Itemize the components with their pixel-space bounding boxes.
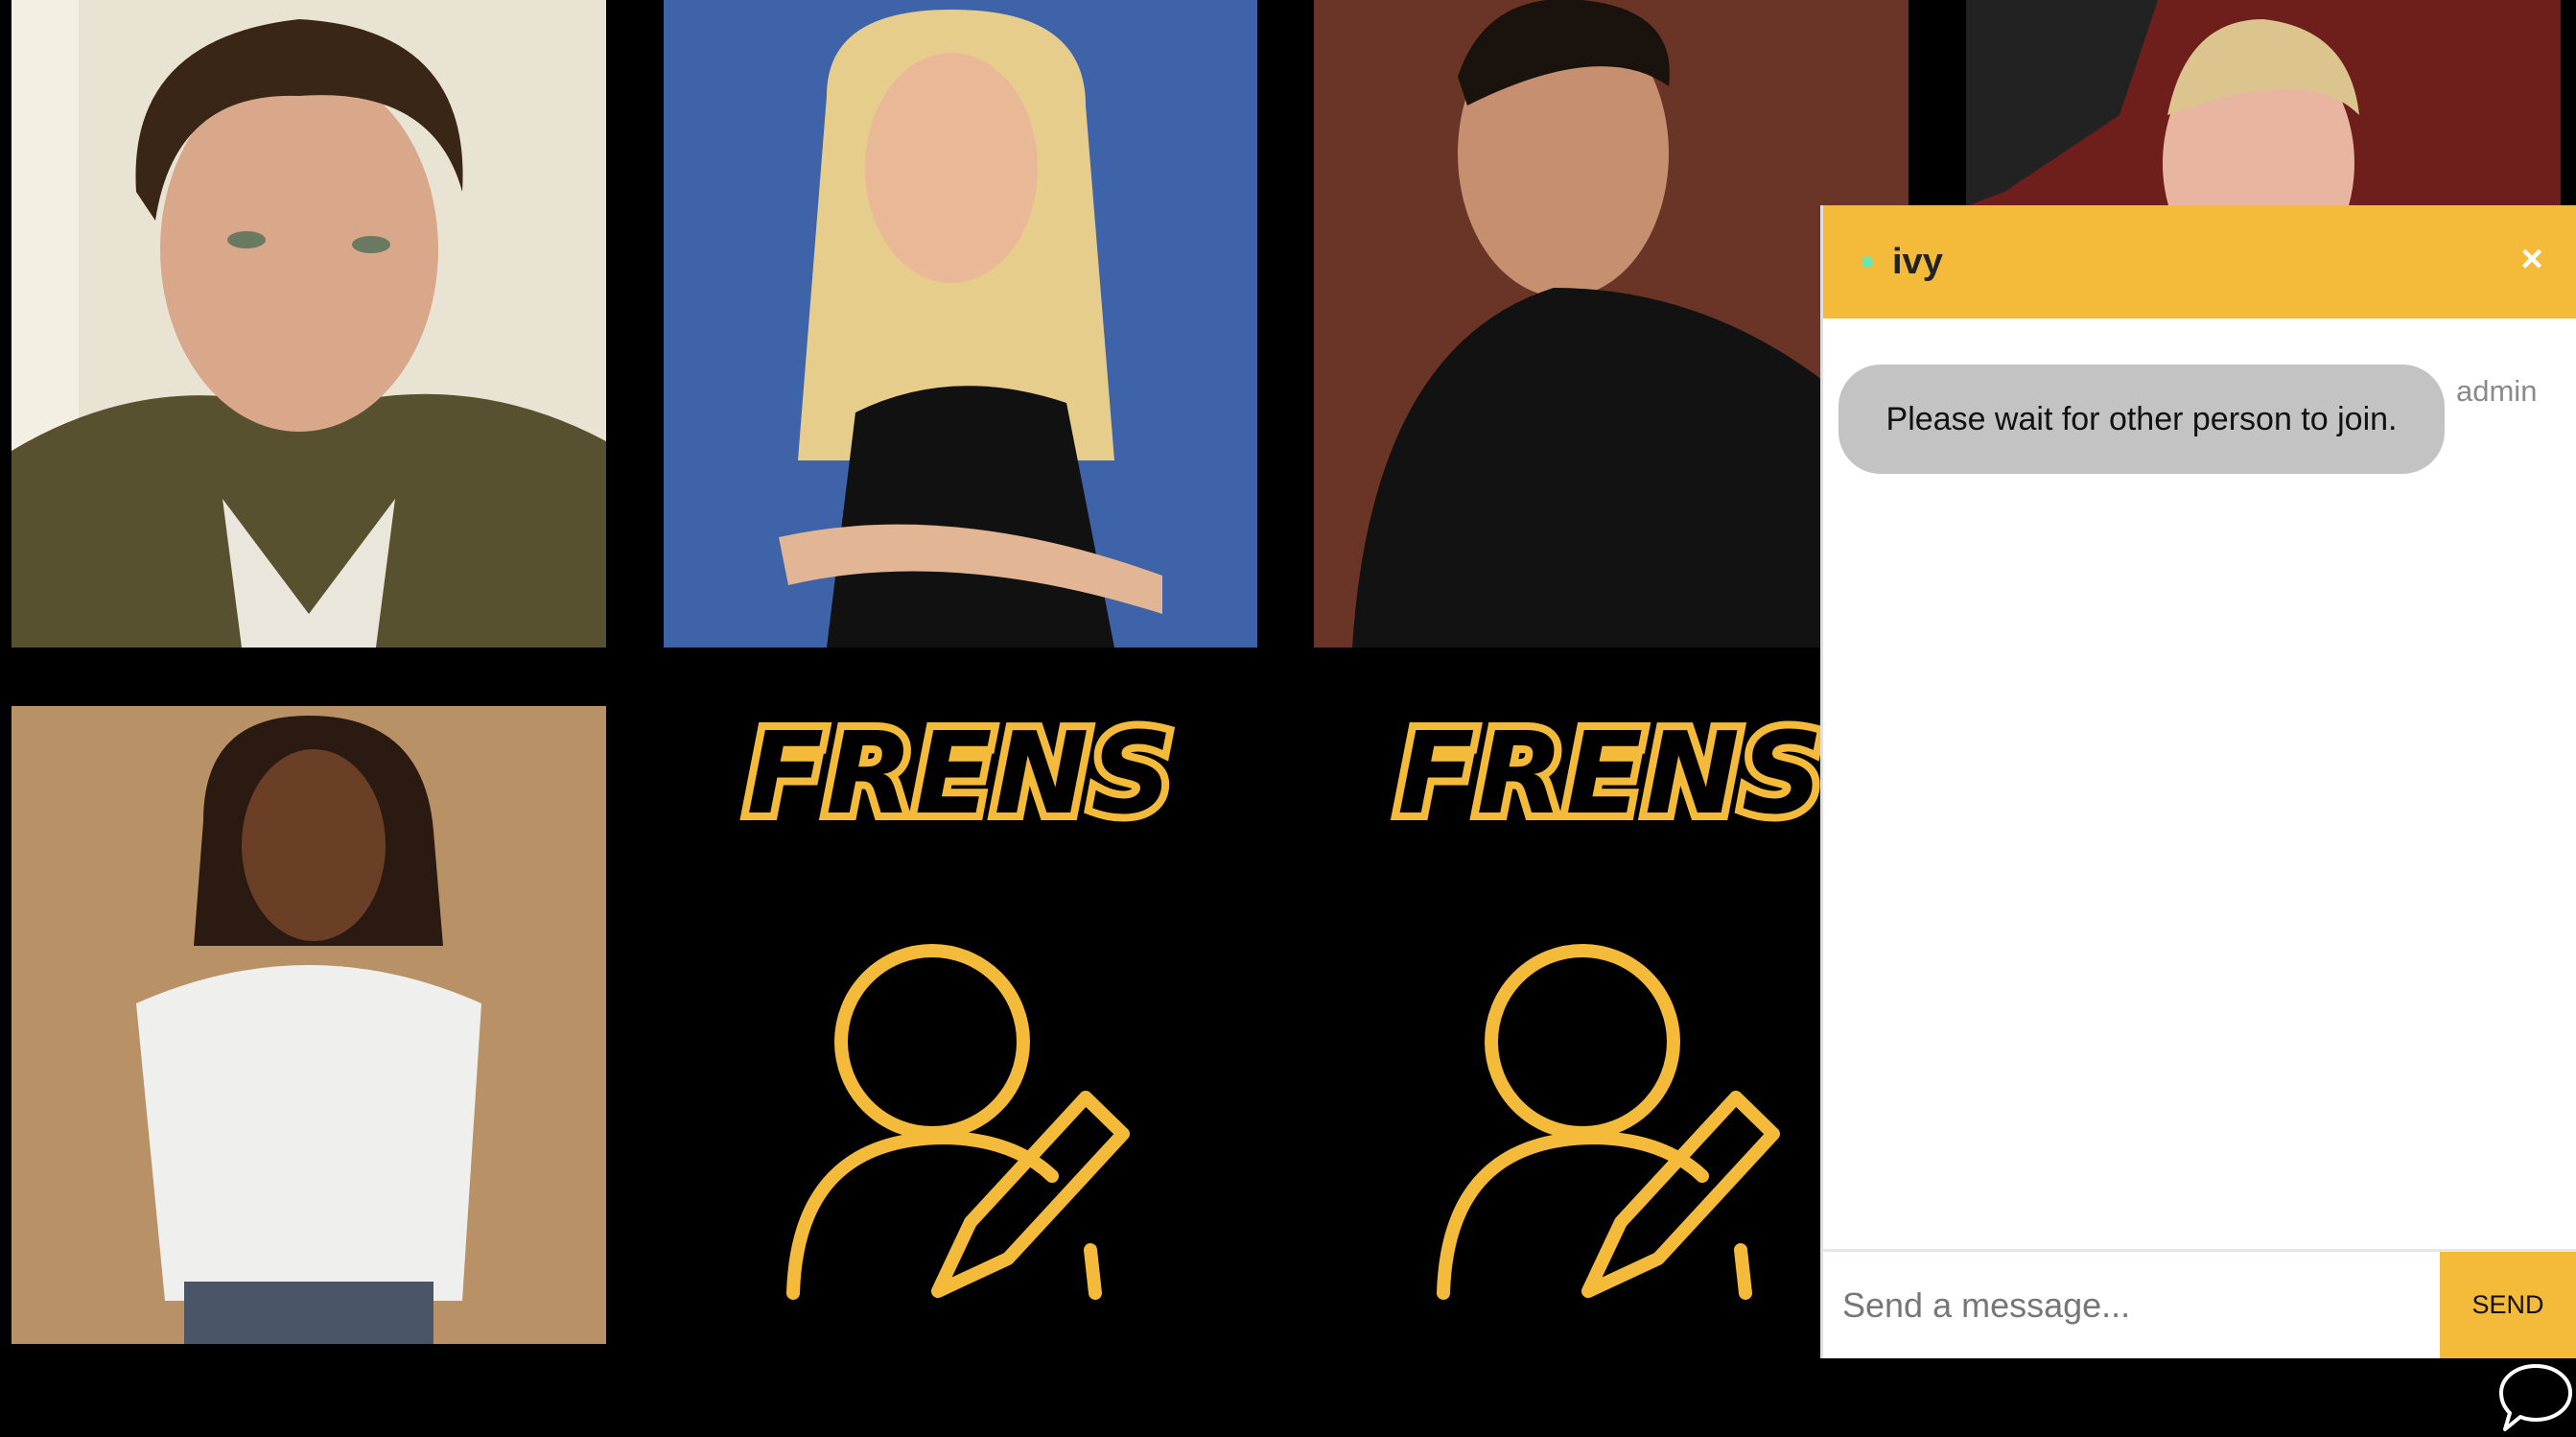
participant-video-3 [1314, 0, 1909, 648]
add-user-icon [786, 944, 1130, 1300]
participant-video-5 [12, 706, 606, 1344]
participant-video-2 [664, 0, 1257, 648]
send-button[interactable]: SEND [2440, 1252, 2576, 1358]
chat-composer: SEND [1823, 1249, 2576, 1358]
chat-user-name: ivy [1892, 241, 1943, 282]
chat-bubble-icon[interactable] [2497, 1360, 2574, 1435]
frens-logo: FRENS [1314, 706, 1909, 847]
message-bubble: Please wait for other person to join. [1838, 365, 2445, 474]
participant-video-1 [12, 0, 606, 648]
message-input[interactable] [1823, 1252, 2440, 1358]
frens-logo-text: FRENS [739, 706, 1181, 847]
chat-messages: Please wait for other person to join. ad… [1823, 318, 2576, 1249]
empty-slot: FRENS [664, 706, 1257, 1344]
chat-header: ivy × [1823, 205, 2576, 318]
online-status-icon [1862, 256, 1873, 268]
add-user-icon [1437, 944, 1780, 1300]
frens-logo-text: FRENS [1390, 706, 1831, 847]
frens-logo: FRENS [664, 706, 1257, 847]
participant-video-4 [1966, 0, 2561, 206]
chat-panel: ivy × Please wait for other person to jo… [1820, 205, 2576, 1358]
empty-slot: FRENS [1314, 706, 1909, 1344]
close-icon[interactable]: × [2511, 238, 2553, 280]
message-sender: admin [2456, 374, 2538, 408]
